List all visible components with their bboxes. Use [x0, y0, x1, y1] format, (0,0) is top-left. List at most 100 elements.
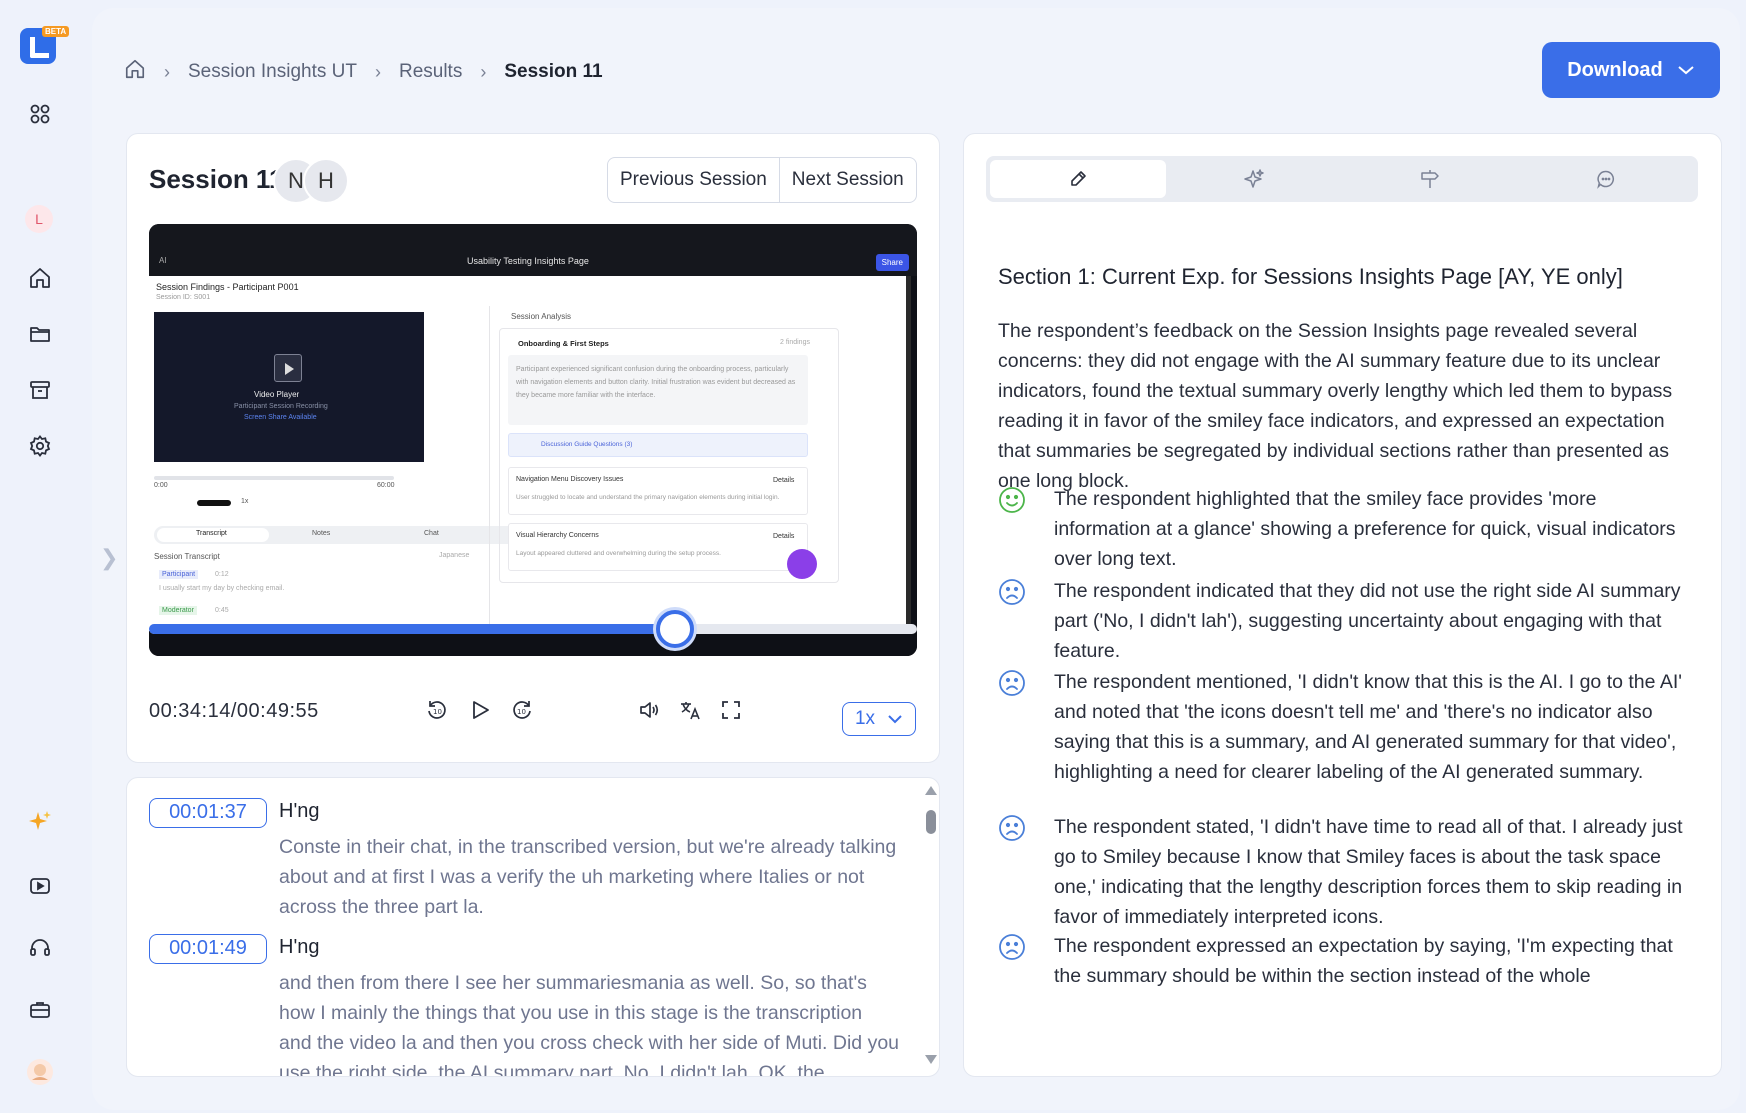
- speed-value: 1x: [854, 708, 876, 729]
- breadcrumb-item[interactable]: Results: [399, 61, 462, 83]
- total-time: 00:49:55: [236, 700, 319, 722]
- transcript-scrollbar[interactable]: [923, 784, 937, 1074]
- current-time: 00:34:14: [149, 700, 231, 722]
- video-progress-bar[interactable]: [149, 610, 917, 648]
- session-title: Session 11: [149, 164, 284, 194]
- svg-text:10: 10: [433, 708, 442, 716]
- scroll-down-icon[interactable]: [925, 1055, 937, 1064]
- inner-tab: Transcript: [196, 530, 227, 537]
- briefcase-icon[interactable]: [24, 994, 56, 1026]
- play-icon[interactable]: [464, 694, 496, 726]
- headset-support-icon[interactable]: [24, 932, 56, 964]
- video-card: Session 11 N H Previous Session Next Ses…: [126, 133, 940, 763]
- download-button[interactable]: Download: [1542, 42, 1720, 98]
- inner-time-start: 0:00: [154, 482, 168, 489]
- tab-guide[interactable]: [1342, 160, 1518, 198]
- apps-grid-icon[interactable]: [24, 98, 56, 130]
- inner-player-title: Video Player: [254, 390, 300, 399]
- download-label: Download: [1567, 58, 1663, 81]
- inner-divider: [489, 306, 490, 631]
- inner-tab: Chat: [424, 530, 439, 537]
- chevron-down-icon: [1678, 66, 1694, 75]
- breadcrumb-current: Session 11: [504, 61, 603, 82]
- inner-page-title: Usability Testing Insights Page: [467, 256, 589, 266]
- finding-item: The respondent indicated that they did n…: [998, 576, 1688, 666]
- progress-fill: [149, 624, 676, 634]
- edit-icon: [1071, 171, 1086, 186]
- inner-details: Details: [773, 477, 795, 484]
- home-icon[interactable]: [24, 262, 56, 294]
- translate-icon[interactable]: [674, 694, 706, 726]
- ai-sparkle-icon[interactable]: [24, 806, 56, 838]
- section-title: Section 1: Current Exp. for Sessions Ins…: [998, 264, 1623, 289]
- video-inner-topbar: AI Usability Testing Insights Page Share: [149, 224, 917, 276]
- finding-item: The respondent mentioned, 'I didn't know…: [998, 667, 1688, 787]
- scroll-thumb[interactable]: [926, 810, 936, 834]
- inner-play-icon: [274, 354, 302, 382]
- scroll-up-icon[interactable]: [925, 786, 937, 795]
- progress-handle[interactable]: [656, 610, 695, 648]
- timestamp-button[interactable]: 00:01:49: [149, 934, 267, 964]
- tab-edit[interactable]: [990, 160, 1166, 198]
- inner-guide-box: Discussion Guide Questions (3): [508, 433, 808, 457]
- sidebar-collapse-icon[interactable]: ❯: [100, 545, 118, 571]
- user-avatar[interactable]: L: [25, 205, 53, 233]
- video-letterbox: [149, 631, 917, 656]
- settings-gear-icon[interactable]: [24, 430, 56, 462]
- session-navigation: Previous Session Next Session: [607, 157, 917, 203]
- transcript-entry: 00:01:49 H'ng and then from there I see …: [149, 934, 899, 1076]
- sad-face-icon: [999, 579, 1025, 605]
- inner-player-sub: Participant Session Recording: [234, 403, 328, 410]
- inner-card-text: Layout appeared cluttered and overwhelmi…: [516, 550, 721, 557]
- transcript-panel[interactable]: 00:01:37 H'ng Conste in their chat, in t…: [126, 777, 940, 1077]
- video-play-icon[interactable]: [24, 870, 56, 902]
- transcript-text: and then from there I see her summariesm…: [279, 972, 900, 1077]
- inner-player-link: Screen Share Available: [244, 414, 317, 421]
- inner-analysis-title: Session Analysis: [511, 312, 572, 321]
- tab-ai[interactable]: [1166, 160, 1342, 198]
- finding-item: The respondent highlighted that the smil…: [998, 484, 1688, 574]
- inner-analysis-panel: Onboarding & First Steps 2 findings Part…: [499, 328, 839, 583]
- previous-session-button[interactable]: Previous Session: [608, 158, 779, 202]
- inner-card-text: User struggled to locate and understand …: [516, 494, 780, 501]
- speaker-name: H'ng: [279, 936, 320, 958]
- tab-comments[interactable]: [1518, 160, 1694, 198]
- finding-item: The respondent stated, 'I didn't have ti…: [998, 812, 1688, 932]
- inner-ai-fab: [787, 549, 817, 579]
- breadcrumb-item[interactable]: Session Insights UT: [188, 61, 357, 83]
- inner-volume-bar: [197, 500, 231, 506]
- insights-panel[interactable]: Section 1: Current Exp. for Sessions Ins…: [963, 133, 1722, 1077]
- inner-card-title: Navigation Menu Discovery Issues: [516, 476, 624, 483]
- finding-item: The respondent expressed an expectation …: [998, 931, 1688, 991]
- chevron-right-icon: ›: [164, 61, 170, 82]
- next-session-button[interactable]: Next Session: [778, 158, 916, 202]
- rewind-10-icon[interactable]: 10: [421, 694, 453, 726]
- breadcrumb-home-icon[interactable]: [124, 58, 146, 86]
- inner-section-title: Onboarding & First Steps: [518, 339, 609, 348]
- inner-section-count: 2 findings: [780, 339, 810, 346]
- forward-10-icon[interactable]: 10: [506, 694, 538, 726]
- speaker-name: H'ng: [279, 800, 320, 822]
- chat-icon: [1597, 170, 1615, 189]
- volume-icon[interactable]: [633, 694, 665, 726]
- inner-findings-title: Session Findings - Participant P001: [156, 282, 299, 292]
- profile-avatar-icon[interactable]: [24, 1056, 56, 1088]
- playback-speed-select[interactable]: 1x: [842, 702, 916, 736]
- finding-text: The respondent stated, 'I didn't have ti…: [1054, 816, 1683, 928]
- fullscreen-icon[interactable]: [715, 694, 747, 726]
- participant-avatar[interactable]: H: [303, 158, 349, 204]
- folder-icon[interactable]: [24, 318, 56, 350]
- inner-progress: [154, 476, 394, 480]
- timestamp-button[interactable]: 00:01:37: [149, 798, 267, 828]
- sparkle-icon: [1244, 169, 1264, 188]
- inner-card: Navigation Menu Discovery Issues Details…: [508, 467, 808, 515]
- archive-icon[interactable]: [24, 374, 56, 406]
- inner-moderator-tag: Moderator: [159, 606, 197, 615]
- inner-transcript-title: Session Transcript: [154, 552, 220, 561]
- video-player[interactable]: AI Usability Testing Insights Page Share…: [149, 224, 917, 656]
- chevron-right-icon: ›: [374, 61, 381, 82]
- transcript-text: Conste in their chat, in the transcribed…: [279, 836, 897, 918]
- finding-text: The respondent mentioned, 'I didn't know…: [1054, 671, 1682, 783]
- inner-section-text: Participant experienced significant conf…: [516, 366, 796, 399]
- video-content: Session Findings - Participant P001 Sess…: [149, 276, 911, 631]
